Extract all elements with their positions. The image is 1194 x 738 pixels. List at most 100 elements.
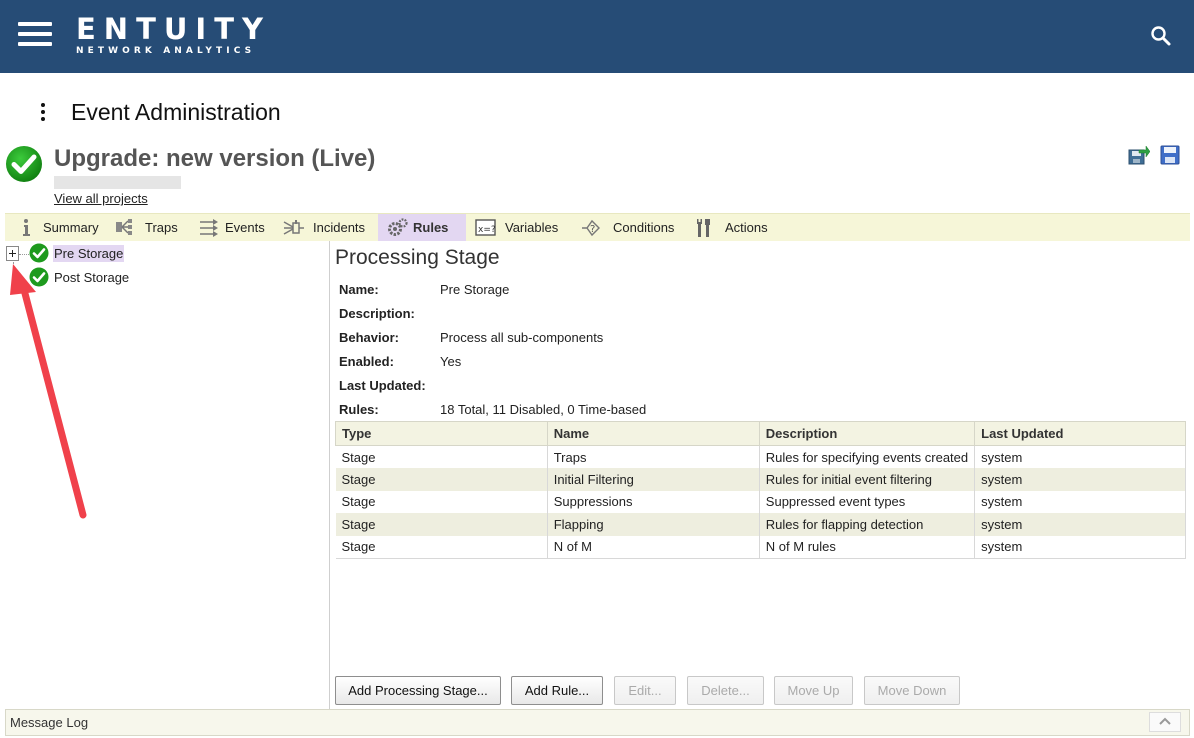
logo-main-text: ENTUITY <box>76 12 271 46</box>
cell-name: Flapping <box>547 513 760 536</box>
add-processing-stage-button[interactable]: Add Processing Stage... <box>335 676 501 705</box>
prop-value: Yes <box>440 354 462 369</box>
tree-connector-vertical <box>13 262 14 278</box>
prop-key: Name: <box>339 282 379 297</box>
export-icon[interactable] <box>1128 144 1151 166</box>
chevron-up-icon[interactable] <box>1149 712 1181 732</box>
prop-key: Last Updated: <box>339 378 426 393</box>
cell-type: Stage <box>335 535 548 559</box>
gears-icon <box>387 217 409 238</box>
hamburger-menu-icon[interactable] <box>18 22 52 46</box>
tree-node-label: Post Storage <box>54 269 130 285</box>
delete-button[interactable]: Delete... <box>687 676 764 705</box>
tab-variables[interactable]: x=? Variables <box>475 214 558 241</box>
prop-value: Pre Storage <box>440 282 510 297</box>
tab-incidents-label: Incidents <box>313 220 366 235</box>
cell-description: Suppressed event types <box>759 490 976 513</box>
check-circle-icon <box>29 267 49 287</box>
prop-key: Description: <box>339 306 415 321</box>
top-header: ENTUITY NETWORK ANALYTICS <box>0 0 1194 73</box>
page-title: Event Administration <box>71 99 281 125</box>
traps-icon <box>115 218 137 238</box>
column-header-last-updated[interactable]: Last Updated <box>974 421 1186 446</box>
save-icon[interactable] <box>1160 145 1180 165</box>
prop-key: Enabled: <box>339 354 394 369</box>
project-title: Upgrade: new version (Live) <box>54 145 376 172</box>
table-header-row: Type Name Description Last Updated <box>335 421 1186 446</box>
tab-traps-label: Traps <box>145 220 178 235</box>
tree-connector <box>19 254 29 255</box>
cell-name: Suppressions <box>547 490 760 513</box>
tree-node-pre-storage[interactable]: Pre Storage <box>29 243 125 263</box>
tab-conditions-label: Conditions <box>613 220 675 235</box>
message-log-bar: Message Log <box>5 709 1190 736</box>
stage-tree-panel <box>0 241 330 709</box>
message-log-label: Message Log <box>10 715 89 730</box>
tab-summary-label: Summary <box>43 220 99 235</box>
more-vertical-icon[interactable] <box>34 101 52 125</box>
cell-last-updated: system <box>974 535 1186 559</box>
cell-name: Traps <box>547 445 760 468</box>
cell-type: Stage <box>335 468 548 491</box>
cell-last-updated: system <box>974 468 1186 491</box>
tree-node-label: Pre Storage <box>53 244 125 262</box>
tab-rules-label: Rules <box>413 220 449 235</box>
cell-type: Stage <box>335 490 548 513</box>
expand-icon[interactable] <box>6 246 19 261</box>
cell-description: Rules for specifying events created <box>759 445 976 468</box>
tab-bar: Summary Traps Events Incidents Rules x=?… <box>5 213 1190 241</box>
edit-button[interactable]: Edit... <box>614 676 676 705</box>
incidents-icon <box>283 218 305 238</box>
prop-behavior: Behavior: Process all sub-components <box>339 330 603 345</box>
cell-name: Initial Filtering <box>547 468 760 491</box>
column-header-description[interactable]: Description <box>758 421 976 446</box>
prop-rules: Rules: 18 Total, 11 Disabled, 0 Time-base… <box>339 402 646 417</box>
column-header-type[interactable]: Type <box>335 421 548 446</box>
tab-incidents[interactable]: Incidents <box>283 214 365 241</box>
table-row[interactable]: Stage Flapping Rules for flapping detect… <box>335 513 1186 536</box>
tab-conditions[interactable]: ? Conditions <box>581 214 674 241</box>
view-all-projects-link[interactable]: View all projects <box>54 191 148 206</box>
move-up-button[interactable]: Move Up <box>774 676 853 705</box>
prop-last-updated: Last Updated: <box>339 378 440 393</box>
tab-events-label: Events <box>225 220 265 235</box>
cell-last-updated: system <box>974 490 1186 513</box>
table-row[interactable]: Stage N of M N of M rules system <box>335 535 1186 559</box>
column-header-name[interactable]: Name <box>546 421 760 446</box>
rules-table: Type Name Description Last Updated Stage… <box>335 421 1186 559</box>
cell-description: Rules for initial event filtering <box>759 468 976 491</box>
check-circle-icon <box>29 243 49 263</box>
prop-name: Name: Pre Storage <box>339 282 509 297</box>
tab-summary[interactable]: Summary <box>17 214 99 241</box>
check-circle-icon <box>5 145 43 183</box>
table-row[interactable]: Stage Suppressions Suppressed event type… <box>335 490 1186 513</box>
tab-actions-label: Actions <box>725 220 768 235</box>
prop-key: Behavior: <box>339 330 399 345</box>
tab-rules[interactable]: Rules <box>378 214 466 241</box>
svg-text:x=?: x=? <box>478 225 496 235</box>
move-down-button[interactable]: Move Down <box>864 676 960 705</box>
prop-value: Process all sub-components <box>440 330 604 345</box>
tree-node-post-storage[interactable]: Post Storage <box>29 267 130 287</box>
tab-traps[interactable]: Traps <box>115 214 178 241</box>
cell-description: Rules for flapping detection <box>759 513 976 536</box>
table-row[interactable]: Stage Traps Rules for specifying events … <box>335 445 1186 468</box>
prop-enabled: Enabled: Yes <box>339 354 461 369</box>
cell-name: N of M <box>547 535 760 559</box>
cell-last-updated: system <box>974 513 1186 536</box>
info-icon <box>17 218 39 238</box>
tab-actions[interactable]: Actions <box>695 214 768 241</box>
project-subtitle-redacted <box>54 176 181 189</box>
tab-events[interactable]: Events <box>199 214 265 241</box>
cell-type: Stage <box>335 445 548 468</box>
prop-description: Description: <box>339 306 440 321</box>
detail-title: Processing Stage <box>335 246 500 269</box>
search-icon[interactable] <box>1149 24 1173 48</box>
prop-key: Rules: <box>339 402 379 417</box>
cell-description: N of M rules <box>759 535 976 559</box>
prop-value: 18 Total, 11 Disabled, 0 Time-based <box>440 402 647 417</box>
table-row[interactable]: Stage Initial Filtering Rules for initia… <box>335 468 1186 491</box>
variables-icon: x=? <box>475 218 497 238</box>
logo: ENTUITY NETWORK ANALYTICS <box>76 14 271 57</box>
add-rule-button[interactable]: Add Rule... <box>511 676 603 705</box>
